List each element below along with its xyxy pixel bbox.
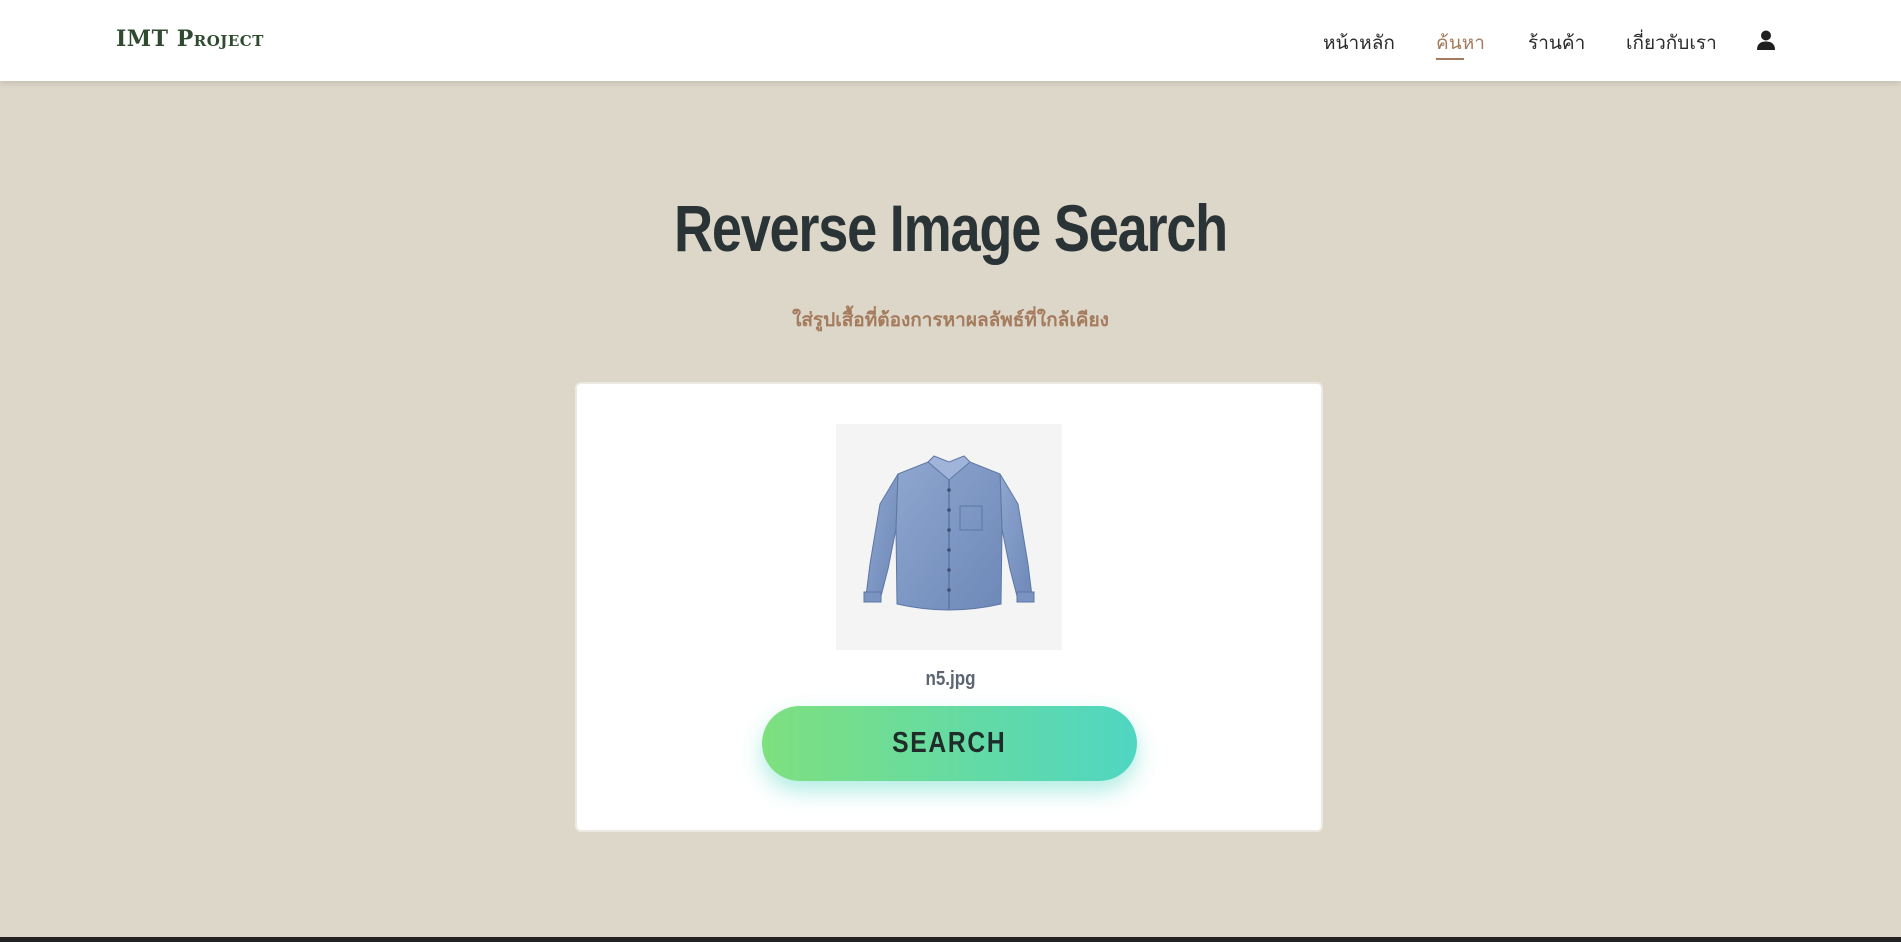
page-subtitle: ใส่รูปเสื้อที่ต้องการหาผลลัพธ์ที่ใกล้เคี… [792, 309, 1109, 331]
brand-name-part2: Project [176, 26, 264, 52]
page-title: Reverse Image Search [673, 191, 1228, 265]
nav-item-shop[interactable]: ร้านค้า [1528, 28, 1585, 58]
top-navbar: IMT Project หน้าหลัก ค้นหา ร้านค้า เกี่ย… [0, 0, 1901, 81]
nav-item-about[interactable]: เกี่ยวกับเรา [1626, 28, 1717, 58]
nav-item-home[interactable]: หน้าหลัก [1323, 28, 1395, 58]
uploaded-filename: n5.jpg [925, 668, 976, 690]
brand-logo[interactable]: IMT Project [116, 26, 264, 52]
user-icon[interactable] [1755, 29, 1777, 51]
search-button-label: SEARCH [892, 727, 1007, 759]
blue-shirt-image [863, 455, 1035, 611]
search-button[interactable]: SEARCH [762, 706, 1137, 781]
uploaded-image-preview[interactable] [836, 424, 1062, 650]
active-nav-underline [1436, 58, 1464, 60]
brand-name-part1: IMT [116, 26, 177, 52]
nav-item-search[interactable]: ค้นหา [1436, 28, 1485, 58]
bottom-edge-strip [0, 937, 1901, 942]
user-icon-glyph [1757, 30, 1775, 50]
